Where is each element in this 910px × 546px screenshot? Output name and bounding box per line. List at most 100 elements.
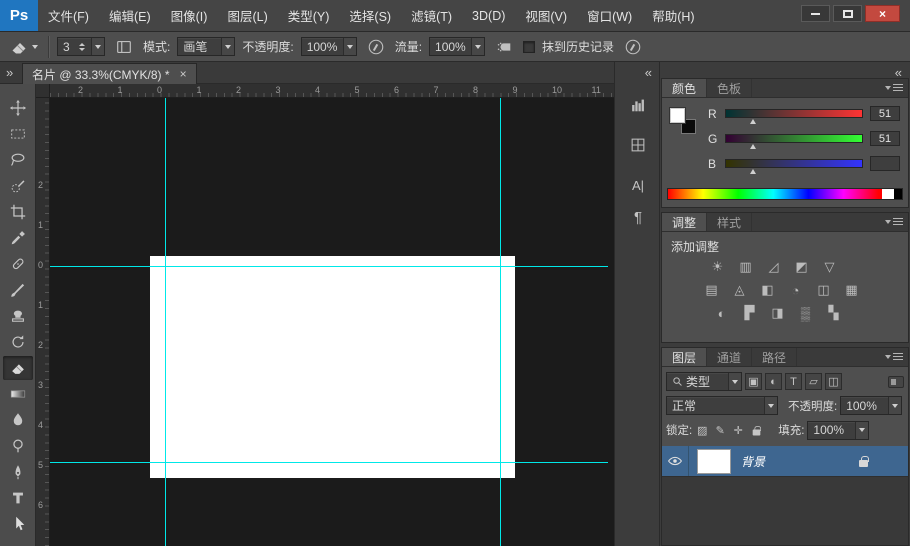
- tab-swatches[interactable]: 色板: [707, 79, 752, 97]
- shape-layer-filter-icon[interactable]: ▱: [805, 373, 822, 390]
- tool-rect-marquee[interactable]: [3, 122, 33, 146]
- black-white-icon[interactable]: ◧: [758, 282, 777, 298]
- invert-icon[interactable]: ◐: [712, 305, 731, 321]
- character-panel-button[interactable]: A|: [623, 172, 653, 198]
- menu-select[interactable]: 选择(S): [339, 0, 401, 31]
- vertical-ruler[interactable]: 210123456: [36, 98, 50, 546]
- tool-type[interactable]: [3, 486, 33, 510]
- slider-marker-icon[interactable]: [750, 144, 756, 149]
- slider-marker-icon[interactable]: [750, 169, 756, 174]
- menu-type[interactable]: 类型(Y): [278, 0, 340, 31]
- tool-crop[interactable]: [3, 200, 33, 224]
- tool-path-selection[interactable]: [3, 512, 33, 536]
- tool-eraser[interactable]: [3, 356, 33, 380]
- lock-position-icon[interactable]: ✛: [730, 424, 746, 437]
- document-canvas[interactable]: [150, 256, 515, 478]
- menu-file[interactable]: 文件(F): [38, 0, 99, 31]
- tab-paths[interactable]: 路径: [752, 348, 797, 366]
- tool-lasso[interactable]: [3, 148, 33, 172]
- collapse-tools-icon[interactable]: »: [6, 66, 13, 79]
- exposure-icon[interactable]: ◩: [792, 259, 811, 275]
- opacity-dropdown[interactable]: 100%: [301, 37, 357, 56]
- guide-vertical-right[interactable]: [500, 98, 501, 546]
- type-layer-filter-icon[interactable]: T: [785, 373, 802, 390]
- gradient-map-icon[interactable]: ▒: [796, 305, 815, 321]
- menu-layer[interactable]: 图层(L): [217, 0, 277, 31]
- brush-size-stepper[interactable]: [77, 43, 87, 51]
- vibrance-icon[interactable]: ▽: [820, 259, 839, 275]
- spectrum-black-swatch[interactable]: [894, 189, 902, 199]
- curves-icon[interactable]: ◿: [764, 259, 783, 275]
- layer-opacity-dropdown[interactable]: 100%: [840, 396, 902, 415]
- info-panel-button[interactable]: [623, 132, 653, 158]
- close-tab-icon[interactable]: ×: [180, 67, 187, 81]
- close-button[interactable]: ×: [865, 5, 900, 22]
- toggle-brush-panel-button[interactable]: [112, 36, 136, 58]
- color-spectrum-ramp[interactable]: [667, 188, 903, 200]
- red-channel-slider[interactable]: [725, 109, 863, 118]
- background-layer-row[interactable]: 背景: [662, 446, 908, 477]
- panel-menu-icon[interactable]: [885, 217, 903, 227]
- canvas-pasteboard[interactable]: [50, 98, 614, 546]
- layer-filtering-toggle[interactable]: [888, 376, 904, 388]
- tool-history-brush[interactable]: [3, 330, 33, 354]
- lock-transparency-icon[interactable]: ▨: [694, 424, 710, 437]
- brightness-contrast-icon[interactable]: ☀: [708, 259, 727, 275]
- maximize-button[interactable]: [833, 5, 862, 22]
- color-lookup-icon[interactable]: ▦: [842, 282, 861, 298]
- threshold-icon[interactable]: ◨: [768, 305, 787, 321]
- tool-quick-selection[interactable]: [3, 174, 33, 198]
- minimize-button[interactable]: [801, 5, 830, 22]
- pressure-size-button[interactable]: [621, 36, 645, 58]
- tab-styles[interactable]: 样式: [707, 213, 752, 231]
- tool-pen[interactable]: [3, 460, 33, 484]
- erase-to-history-checkbox[interactable]: [523, 41, 535, 53]
- blue-channel-value[interactable]: [870, 156, 900, 171]
- tool-gradient[interactable]: [3, 382, 33, 406]
- adjustment-layer-filter-icon[interactable]: ◐: [765, 373, 782, 390]
- panel-menu-icon[interactable]: [885, 352, 903, 362]
- tab-channels[interactable]: 通道: [707, 348, 752, 366]
- posterize-icon[interactable]: ▛: [740, 305, 759, 321]
- smart-object-filter-icon[interactable]: ◫: [825, 373, 842, 390]
- tool-eyedropper[interactable]: [3, 226, 33, 250]
- tool-brush[interactable]: [3, 278, 33, 302]
- hue-saturation-icon[interactable]: ▤: [702, 282, 721, 298]
- panel-menu-icon[interactable]: [885, 83, 903, 93]
- menu-help[interactable]: 帮助(H): [642, 0, 704, 31]
- slider-marker-icon[interactable]: [750, 119, 756, 124]
- menu-image[interactable]: 图像(I): [161, 0, 218, 31]
- guide-horizontal-bottom[interactable]: [50, 462, 608, 463]
- fill-dropdown[interactable]: 100%: [807, 421, 869, 440]
- histogram-panel-button[interactable]: [623, 92, 653, 118]
- document-tab[interactable]: 名片 @ 33.3%(CMYK/8) * ×: [22, 63, 197, 84]
- lock-all-icon[interactable]: [748, 425, 764, 436]
- foreground-background-swatches[interactable]: [670, 108, 702, 140]
- mode-dropdown[interactable]: 画笔: [177, 37, 235, 56]
- expand-dock-icon[interactable]: «: [645, 66, 652, 79]
- green-channel-slider[interactable]: [725, 134, 863, 143]
- lock-pixels-icon[interactable]: ✎: [712, 424, 728, 437]
- airbrush-button[interactable]: [492, 36, 516, 58]
- pressure-opacity-button[interactable]: [364, 36, 388, 58]
- red-channel-value[interactable]: 51: [870, 106, 900, 121]
- menu-edit[interactable]: 编辑(E): [99, 0, 161, 31]
- guide-vertical-left[interactable]: [165, 98, 166, 546]
- tab-adjustments[interactable]: 调整: [662, 213, 707, 231]
- channel-mixer-icon[interactable]: ◫: [814, 282, 833, 298]
- tool-spot-healing[interactable]: [3, 252, 33, 276]
- brush-size-picker[interactable]: 3: [57, 37, 105, 56]
- tool-clone-stamp[interactable]: [3, 304, 33, 328]
- tool-dodge[interactable]: [3, 434, 33, 458]
- guide-horizontal-top[interactable]: [50, 266, 608, 267]
- selective-color-icon[interactable]: ▚: [824, 305, 843, 321]
- horizontal-ruler[interactable]: 2101234567891011: [50, 84, 614, 98]
- menu-filter[interactable]: 滤镜(T): [401, 0, 462, 31]
- pixel-layer-filter-icon[interactable]: ▣: [745, 373, 762, 390]
- menu-window[interactable]: 窗口(W): [577, 0, 642, 31]
- levels-icon[interactable]: ▥: [736, 259, 755, 275]
- layer-visibility-toggle[interactable]: [662, 446, 689, 476]
- tool-preset-picker[interactable]: [6, 35, 41, 59]
- layer-thumbnail[interactable]: [697, 449, 731, 474]
- filter-type-dropdown[interactable]: 类型: [666, 372, 742, 391]
